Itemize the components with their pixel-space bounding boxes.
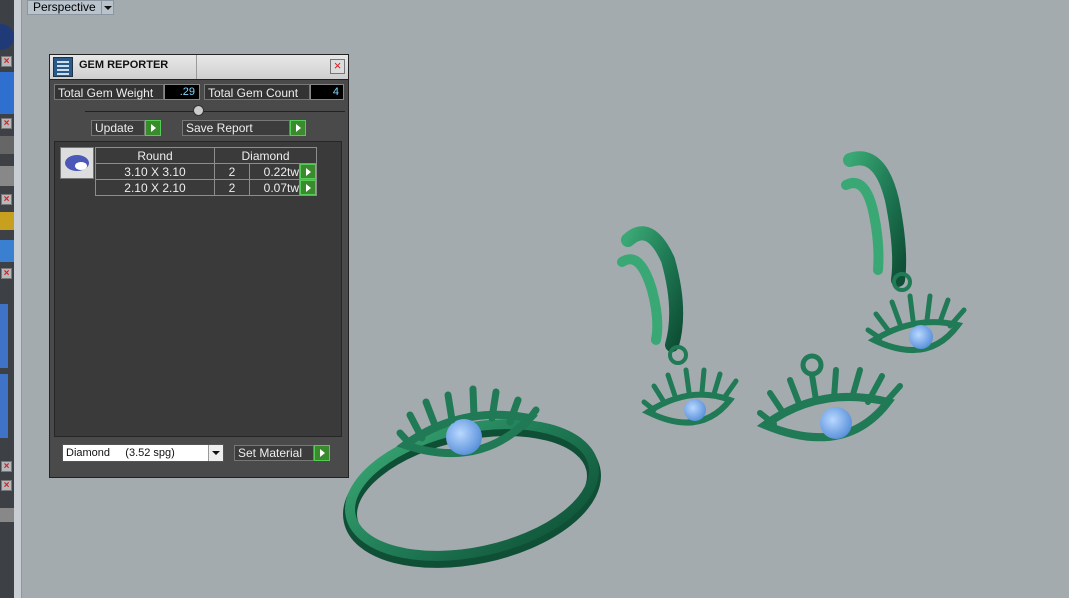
- toolbar-tool-icon[interactable]: [0, 72, 14, 114]
- toolbar-grid-icon[interactable]: [0, 166, 14, 186]
- earring-model-right[interactable]: [841, 151, 967, 354]
- column-header-material: Diamond: [214, 147, 317, 164]
- view-mode-label: Perspective: [33, 0, 96, 14]
- save-report-button[interactable]: Save Report: [182, 120, 306, 136]
- left-toolbar: × × × × × ×: [0, 0, 14, 598]
- toolbar-tool-icon[interactable]: [0, 374, 8, 438]
- panel-title: GEM REPORTER: [79, 59, 169, 71]
- toolbar-close-icon[interactable]: ×: [1, 118, 12, 129]
- gem-weight-cell: 0.07tw: [249, 179, 300, 196]
- play-icon[interactable]: [145, 120, 161, 136]
- total-gem-weight-value: .29: [164, 84, 200, 100]
- table-row[interactable]: 2.10 X 2.10 2 0.07tw: [95, 179, 317, 196]
- close-icon[interactable]: ×: [330, 59, 345, 74]
- toolbar-tool-icon[interactable]: [0, 508, 14, 522]
- gem-reporter-panel: GEM REPORTER × Total Gem Weight .29 Tota…: [49, 54, 349, 478]
- panel-title-tab: GEM REPORTER: [50, 55, 197, 79]
- toolbar-tool-icon[interactable]: [0, 240, 14, 262]
- update-button[interactable]: Update: [91, 120, 161, 136]
- update-button-label: Update: [91, 120, 145, 136]
- gem-count-cell: 2: [214, 163, 250, 180]
- toolbar-close-icon[interactable]: ×: [1, 480, 12, 491]
- row-action-cell: [299, 163, 317, 180]
- table-row[interactable]: 3.10 X 3.10 2 0.22tw: [95, 163, 317, 180]
- toolbar-orbit-icon[interactable]: [0, 24, 14, 50]
- save-report-button-label: Save Report: [182, 120, 290, 136]
- chevron-down-icon[interactable]: [208, 445, 223, 461]
- charm-model[interactable]: [756, 353, 903, 442]
- panel-title-bar[interactable]: GEM REPORTER ×: [50, 55, 348, 80]
- material-select[interactable]: Diamond (3.52 spg): [62, 444, 224, 462]
- column-header-shape: Round: [95, 147, 215, 164]
- toolbar-close-icon[interactable]: ×: [1, 194, 12, 205]
- gem-weight-cell: 0.22tw: [249, 163, 300, 180]
- gem-size-cell: 3.10 X 3.10: [95, 163, 215, 180]
- toolbar-tool-icon[interactable]: [0, 212, 14, 230]
- gem-count-cell: 2: [214, 179, 250, 196]
- play-icon[interactable]: [300, 164, 316, 179]
- splitter-handle[interactable]: [193, 105, 204, 116]
- total-gem-count-label: Total Gem Count: [204, 84, 310, 100]
- toolbar-tool-icon[interactable]: [0, 304, 8, 368]
- total-gem-count-value: 4: [310, 84, 344, 100]
- toolbar-close-icon[interactable]: ×: [1, 56, 12, 67]
- chevron-down-icon[interactable]: [100, 1, 113, 14]
- play-icon[interactable]: [290, 120, 306, 136]
- view-mode-menu[interactable]: Perspective: [27, 0, 114, 15]
- play-icon[interactable]: [314, 445, 330, 461]
- toolbar-close-icon[interactable]: ×: [1, 268, 12, 279]
- toolbar-close-icon[interactable]: ×: [1, 461, 12, 472]
- viewport-frame: [14, 0, 22, 598]
- toolbar-tool-icon[interactable]: [0, 136, 14, 154]
- ring-model[interactable]: [338, 385, 606, 581]
- gem-table: Round Diamond 3.10 X 3.10 2 0.22tw 2.10 …: [95, 147, 317, 196]
- round-gem-icon[interactable]: [60, 147, 94, 179]
- gem-list-area: Round Diamond 3.10 X 3.10 2 0.22tw 2.10 …: [54, 141, 342, 437]
- panel-divider: [85, 111, 345, 112]
- total-gem-weight-label: Total Gem Weight: [54, 84, 164, 100]
- table-header-row: Round Diamond: [95, 147, 317, 164]
- report-icon: [53, 57, 73, 77]
- set-material-button[interactable]: Set Material: [234, 445, 330, 461]
- row-action-cell: [299, 179, 317, 196]
- set-material-button-label: Set Material: [234, 445, 314, 461]
- play-icon[interactable]: [300, 180, 316, 195]
- earring-model-left[interactable]: [617, 226, 739, 426]
- material-select-value: Diamond (3.52 spg): [66, 447, 175, 459]
- gem-size-cell: 2.10 X 2.10: [95, 179, 215, 196]
